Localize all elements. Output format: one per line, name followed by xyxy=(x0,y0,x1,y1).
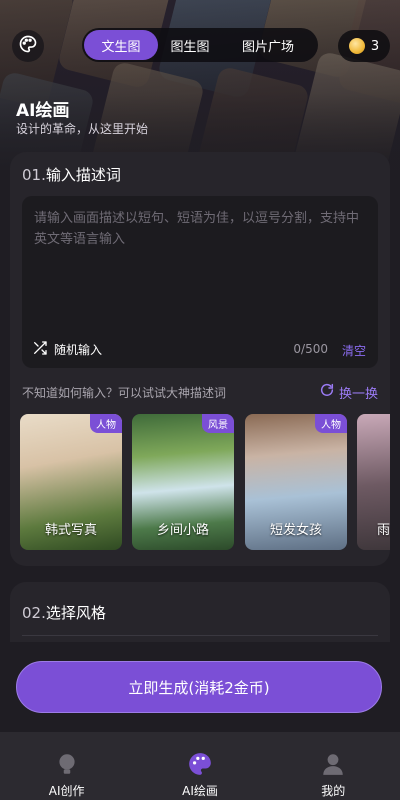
bottom-nav: AI创作 AI绘画 我的 xyxy=(0,732,400,800)
prompt-input[interactable]: 请输入画面描述以短句、短语为佳，以逗号分割，支持中英文等语言输入 随机输入 0/… xyxy=(22,196,378,368)
palette-icon xyxy=(18,34,38,58)
section-title-prompt: 01.输入描述词 xyxy=(22,164,121,185)
coin-balance[interactable]: 3 xyxy=(338,30,390,62)
nav-label: AI绘画 xyxy=(182,784,218,798)
divider xyxy=(22,635,378,636)
sample-category-badge: 人物 xyxy=(90,414,122,433)
section-number: 02. xyxy=(22,604,46,622)
coin-count: 3 xyxy=(370,38,380,54)
tab-image-square[interactable]: 图片广场 xyxy=(222,30,314,60)
tab-text-to-image[interactable]: 文生图 xyxy=(84,30,158,60)
mode-tabs: 文生图 图生图 图片广场 xyxy=(82,28,318,62)
user-icon xyxy=(319,750,347,778)
sample-card[interactable]: 人物 短发女孩 xyxy=(245,414,347,550)
sample-card[interactable]: 雨 xyxy=(357,414,390,550)
sample-card[interactable]: 人物 韩式写真 xyxy=(20,414,122,550)
nav-label: AI创作 xyxy=(48,784,85,798)
hero-banner xyxy=(0,0,400,170)
sample-category-badge: 风景 xyxy=(202,414,234,433)
nav-mine[interactable]: 我的 xyxy=(288,750,378,799)
sample-name: 乡间小路 xyxy=(156,523,209,538)
sample-card[interactable]: 风景 乡间小路 xyxy=(132,414,234,550)
palette-button[interactable] xyxy=(12,30,44,62)
nav-ai-create[interactable]: AI创作 xyxy=(22,750,112,799)
page-subtitle: 设计的革命，从这里开始 xyxy=(16,122,149,136)
refresh-icon xyxy=(319,382,335,402)
shuffle-icon xyxy=(32,340,48,359)
random-input-label: 随机输入 xyxy=(54,343,103,357)
nav-ai-painting[interactable]: AI绘画 xyxy=(155,750,245,799)
tab-image-to-image[interactable]: 图生图 xyxy=(158,30,222,60)
nav-label: 我的 xyxy=(321,784,346,798)
bulb-icon xyxy=(53,750,81,778)
section-number: 01. xyxy=(22,166,46,184)
sample-name: 雨 xyxy=(377,523,390,538)
swap-label: 换一换 xyxy=(338,386,378,402)
char-counter: 0/500 xyxy=(293,342,328,356)
palette-icon xyxy=(186,750,214,778)
sample-category-badge: 人物 xyxy=(315,414,347,433)
hero-shade xyxy=(0,0,400,170)
sample-name: 短发女孩 xyxy=(269,523,322,538)
sample-name: 韩式写真 xyxy=(44,523,97,538)
random-input-button[interactable]: 随机输入 xyxy=(32,340,102,359)
generate-button[interactable]: 立即生成(消耗2金币) xyxy=(16,661,382,713)
prompt-placeholder: 请输入画面描述以短句、短语为佳，以逗号分割，支持中英文等语言输入 xyxy=(34,211,360,247)
prompt-card: 01.输入描述词 请输入画面描述以短句、短语为佳，以逗号分割，支持中英文等语言输… xyxy=(10,152,390,566)
swap-button[interactable]: 换一换 xyxy=(319,382,378,402)
coin-icon xyxy=(348,38,365,54)
section-label: 选择风格 xyxy=(45,604,106,622)
prompt-hint: 不知道如何输入？可以试试大神描述词 xyxy=(22,386,227,400)
clear-button[interactable]: 清空 xyxy=(342,342,366,359)
style-card: 02.选择风格 xyxy=(10,582,390,642)
section-label: 输入描述词 xyxy=(45,166,121,184)
page-title: AI绘画 xyxy=(16,101,70,121)
section-title-style: 02.选择风格 xyxy=(22,602,106,623)
sample-prompts: 人物 韩式写真 风景 乡间小路 人物 短发女孩 雨 xyxy=(20,414,390,550)
